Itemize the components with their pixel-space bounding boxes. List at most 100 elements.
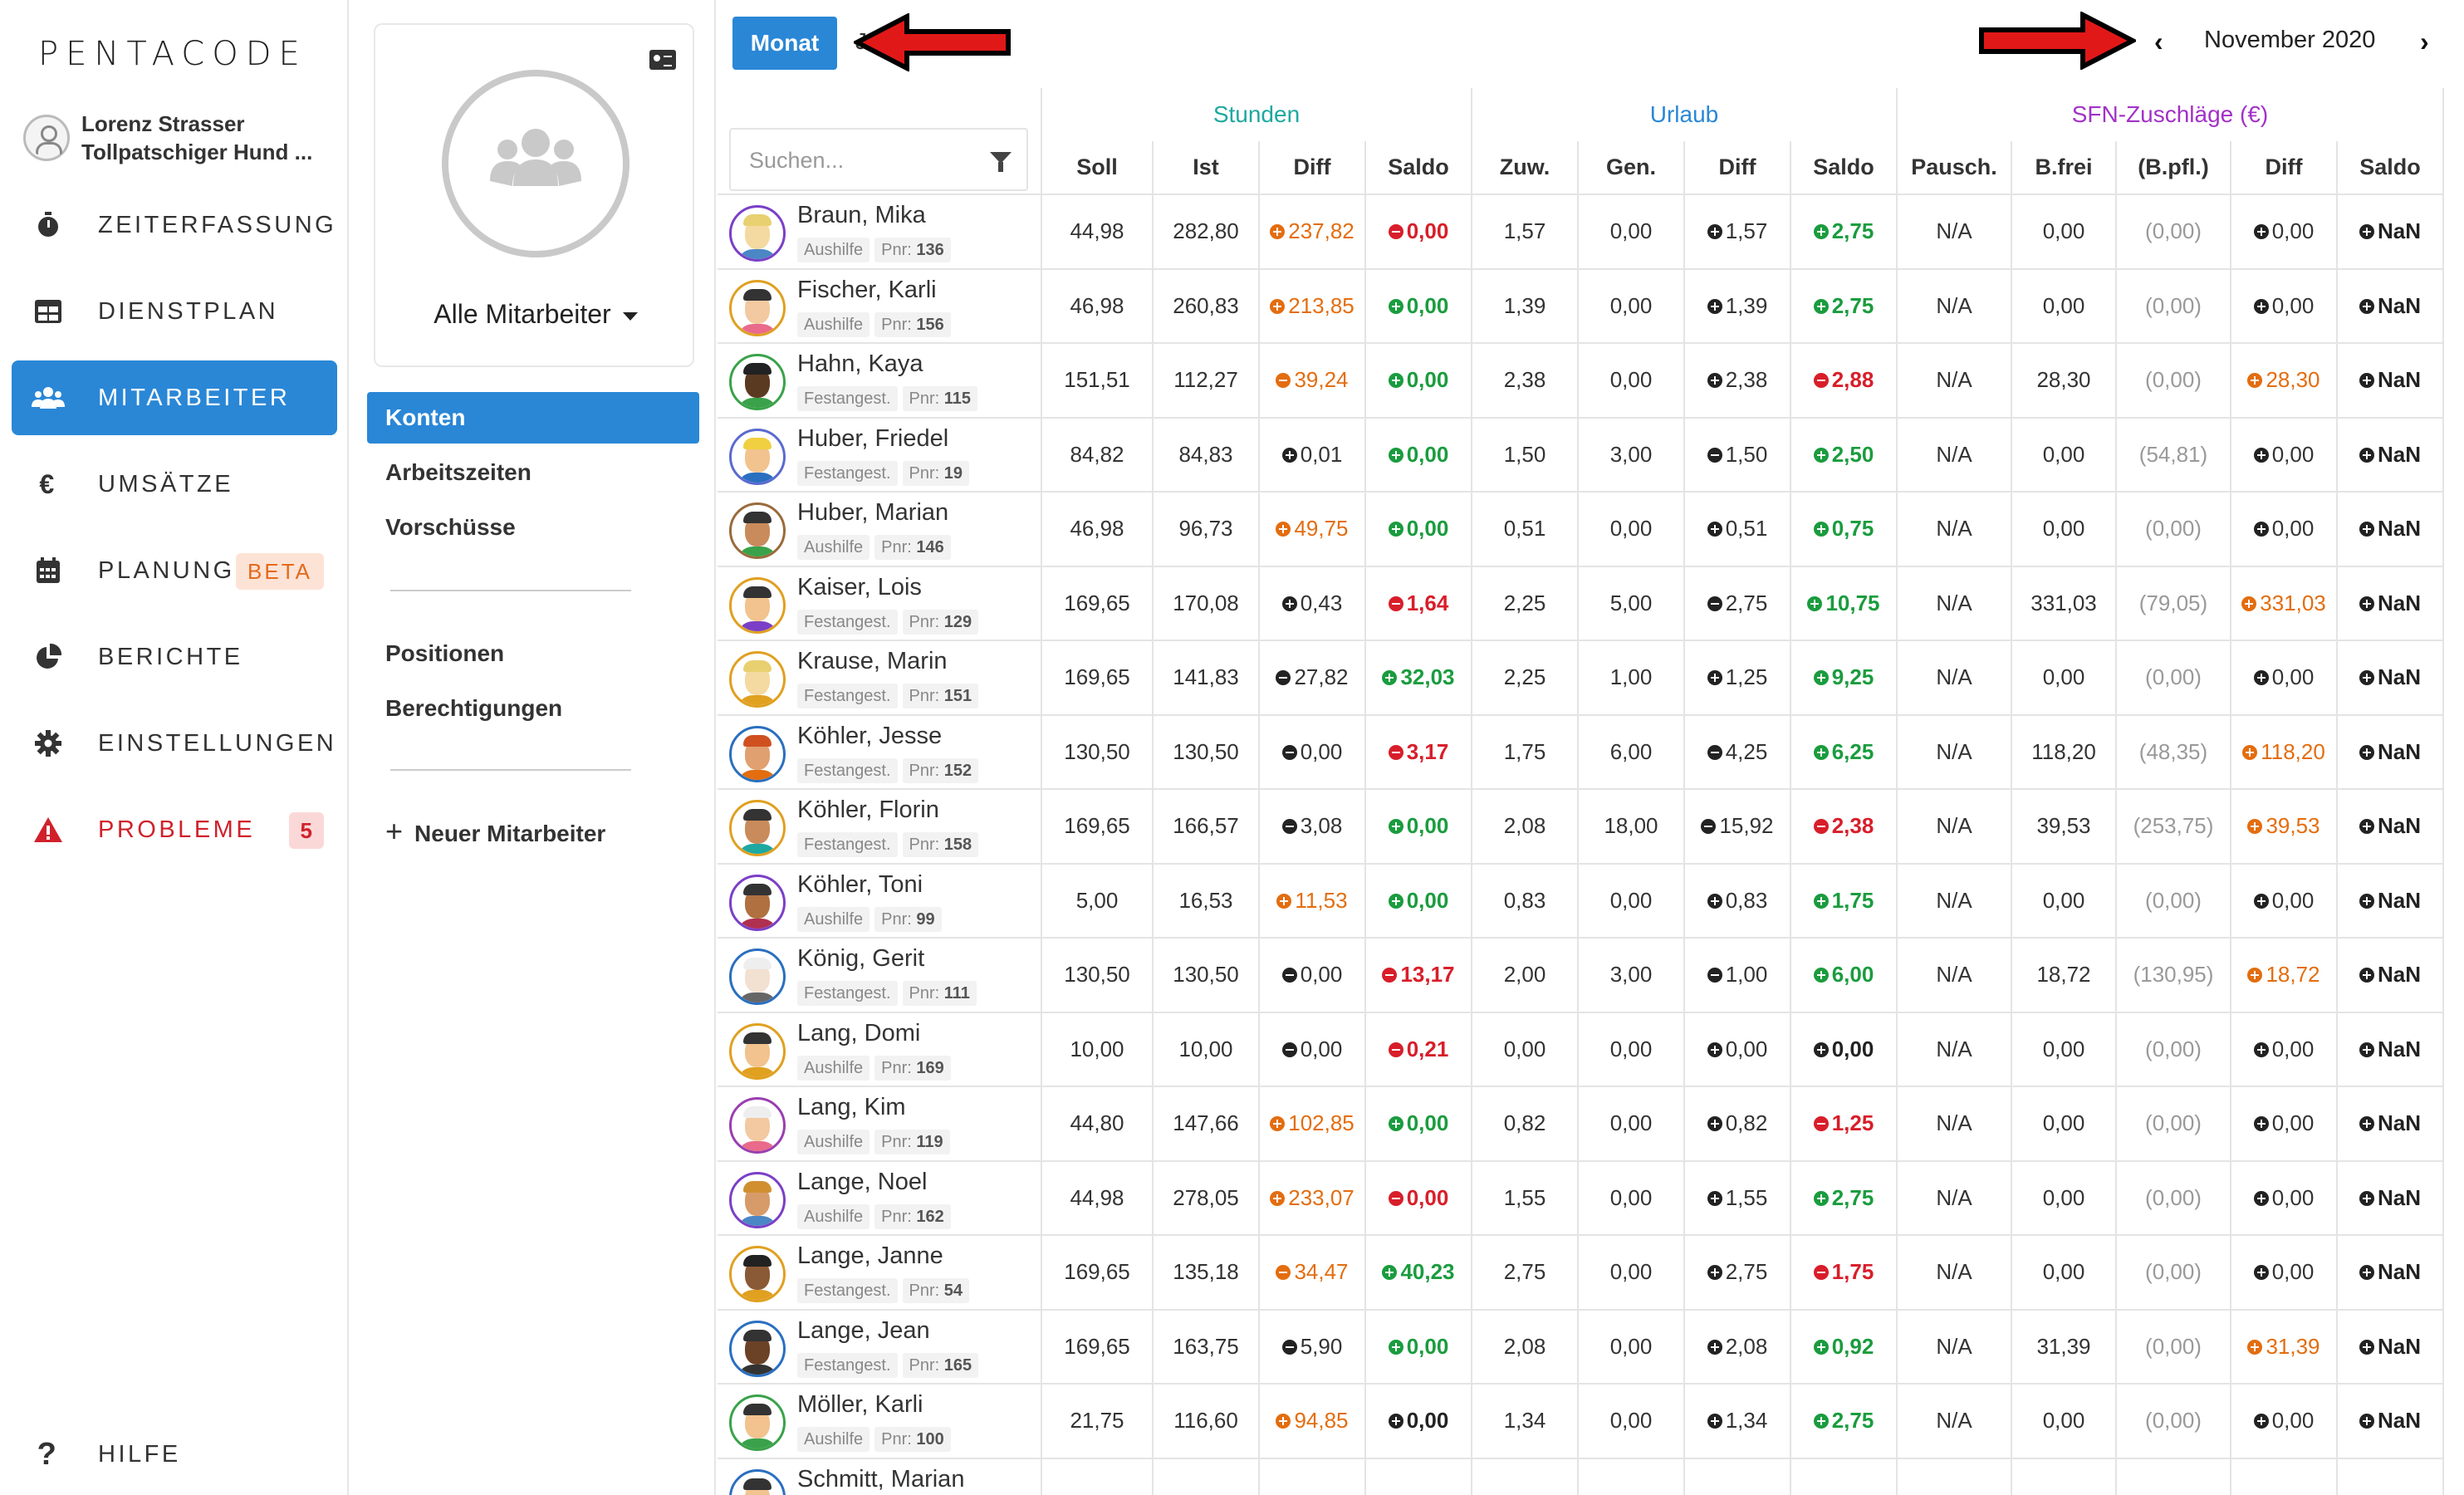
id-card-icon[interactable] [649,50,676,70]
nav-zeiterfassung-label: ZEITERFASSUNG [98,211,337,238]
cell-value: 0,00 [1609,887,1653,913]
nav-dienstplan[interactable]: DIENSTPLAN [12,274,337,349]
employee-select[interactable]: Alle Mitarbeiter [375,299,696,330]
cell-value: (130,95) [2133,962,2214,988]
table-cell: 18,00 [1578,789,1685,865]
submenu-konten[interactable]: Konten [367,392,699,444]
submenu-vorschuesse[interactable]: Vorschüsse [367,502,699,553]
employee-cell[interactable]: Lang, Domi Aushilfe Pnr: 169 [718,1012,1042,1087]
employee-cell[interactable]: Lange, Janne Festangest. Pnr: 54 [718,1235,1042,1311]
new-employee-button[interactable]: + Neuer Mitarbeiter [385,814,605,849]
employee-cell[interactable]: Möller, Karli Aushilfe Pnr: 100 [718,1384,1042,1459]
employee-cell[interactable]: Kaiser, Lois Festangest. Pnr: 129 [718,566,1042,641]
cell-value: 27,82 [1294,664,1349,690]
plus-circle-icon [2242,744,2258,760]
table-row[interactable]: Huber, Friedel Festangest. Pnr: 19 84,82 84,… [718,417,2444,493]
minus-circle-icon [1276,670,1291,686]
table-cell: 0,00 [2011,640,2117,716]
cell-value: N/A [1936,962,1972,988]
submenu-positionen[interactable]: Positionen [367,628,699,679]
employee-cell[interactable]: Schmitt, Marian [718,1458,1042,1495]
column-header[interactable]: (B.pfl.) [2116,141,2231,195]
column-header[interactable]: Zuw. [1472,141,1579,195]
employee-cell[interactable]: Huber, Friedel Festangest. Pnr: 19 [718,417,1042,493]
nav-berichte-label: BERICHTE [98,643,243,670]
table-row[interactable]: Schmitt, Marian [718,1458,2444,1495]
table-row[interactable]: Krause, Marin Festangest. Pnr: 151 169,65 14… [718,640,2444,716]
pnr-value: 136 [916,241,944,259]
table-row[interactable]: Lang, Kim Aushilfe Pnr: 119 44,80 147,66 102,… [718,1086,2444,1162]
nav-umsaetze[interactable]: € UMSÄTZE [12,447,337,522]
employee-cell[interactable]: König, Gerit Festangest. Pnr: 111 [718,938,1042,1013]
employee-cell[interactable]: Krause, Marin Festangest. Pnr: 151 [718,640,1042,716]
question-icon: ? [37,1436,60,1472]
cell-value: NaN [2377,292,2421,318]
table-row[interactable]: Huber, Marian Aushilfe Pnr: 146 46,98 96,73 4… [718,492,2444,567]
table-row[interactable]: Kaiser, Lois Festangest. Pnr: 129 169,65 170… [718,566,2444,641]
employee-cell[interactable]: Köhler, Florin Festangest. Pnr: 158 [718,789,1042,865]
pnr-value: 119 [916,1133,943,1151]
column-header[interactable]: B.frei [2011,141,2117,195]
column-header[interactable]: Diff [1684,141,1791,195]
cell-value: 1,34 [1725,1408,1768,1434]
employee-cell[interactable]: Huber, Marian Aushilfe Pnr: 146 [718,492,1042,567]
employee-cell[interactable]: Lange, Jean Festangest. Pnr: 165 [718,1309,1042,1385]
prev-month-icon[interactable]: ‹ [2154,27,2163,57]
nav-zeiterfassung[interactable]: ZEITERFASSUNG [12,188,337,262]
nav-hilfe[interactable]: ? HILFE [12,1417,337,1492]
filter-icon[interactable] [990,152,1012,172]
table-row[interactable]: Köhler, Toni Aushilfe Pnr: 99 5,00 16,53 11,5… [718,863,2444,939]
next-month-icon[interactable]: › [2420,27,2429,57]
column-header[interactable]: Diff [1259,141,1366,195]
employee-name: Lang, Kim [797,1094,906,1120]
employee-cell[interactable]: Köhler, Jesse Festangest. Pnr: 152 [718,714,1042,790]
table-cell: 102,85 [1259,1086,1366,1162]
nav-mitarbeiter[interactable]: MITARBEITER [12,360,337,435]
table-row[interactable]: Braun, Mika Aushilfe Pnr: 136 44,98 282,80 23… [718,194,2444,270]
column-header[interactable]: Saldo [1365,141,1472,195]
table-row[interactable]: Lange, Noel Aushilfe Pnr: 162 44,98 278,05 23… [718,1160,2444,1236]
column-header[interactable]: Saldo [1790,141,1898,195]
search-input[interactable]: Suchen... [729,128,1028,191]
app-root: PENTACODE Lorenz Strasser Tollpatschiger… [0,0,2464,1495]
nav-probleme[interactable]: PROBLEME 5 [12,792,337,867]
submenu-arbeitszeiten[interactable]: Arbeitszeiten [367,447,699,498]
table-row[interactable]: König, Gerit Festangest. Pnr: 111 130,50 130… [718,938,2444,1013]
cell-value: 2,38 [1725,367,1768,393]
table-row[interactable]: Lange, Janne Festangest. Pnr: 54 169,65 135,… [718,1235,2444,1311]
table-row[interactable]: Köhler, Florin Festangest. Pnr: 158 169,65 1… [718,789,2444,865]
employee-panel: Alle Mitarbeiter Konten Arbeitszeiten Vo… [350,0,716,1495]
nav-planung[interactable]: PLANUNG BETA [12,533,337,608]
cell-value: 39,53 [2266,813,2320,839]
table-cell: (0,00) [2116,1309,2231,1385]
table-cell: 1,39 [1684,268,1791,344]
table-row[interactable]: Lange, Jean Festangest. Pnr: 165 169,65 163,… [718,1309,2444,1385]
column-header[interactable]: Saldo [2337,141,2444,195]
plus-circle-icon [1707,893,1722,909]
column-header[interactable]: Pausch. [1897,141,2012,195]
table-row[interactable]: Hahn, Kaya Festangest. Pnr: 115 151,51 112,2… [718,343,2444,419]
employee-cell[interactable]: Hahn, Kaya Festangest. Pnr: 115 [718,343,1042,419]
column-header[interactable]: Ist [1153,141,1260,195]
employee-cell[interactable]: Braun, Mika Aushilfe Pnr: 136 [718,194,1042,270]
nav-einstellungen[interactable]: EINSTELLUNGEN [12,706,337,781]
submenu-berechtigungen[interactable]: Berechtigungen [367,683,699,734]
employee-tags: Festangest. Pnr: 165 [797,1350,983,1378]
nav-mitarbeiter-label: MITARBEITER [98,384,291,411]
table-row[interactable]: Lang, Domi Aushilfe Pnr: 169 10,00 10,00 0,00… [718,1012,2444,1087]
pnr-value: 169 [916,1058,944,1077]
employee-cell[interactable]: Lange, Noel Aushilfe Pnr: 162 [718,1160,1042,1236]
table-row[interactable]: Möller, Karli Aushilfe Pnr: 100 21,75 116,60… [718,1384,2444,1459]
employee-cell[interactable]: Fischer, Karli Aushilfe Pnr: 156 [718,268,1042,344]
nav-berichte[interactable]: BERICHTE [12,620,337,694]
month-view-button[interactable]: Monat [732,17,837,70]
table-row[interactable]: Köhler, Jesse Festangest. Pnr: 152 130,50 13… [718,714,2444,790]
employee-cell[interactable]: Lang, Kim Aushilfe Pnr: 119 [718,1086,1042,1162]
column-header[interactable]: Soll [1041,141,1154,195]
column-header[interactable]: Diff [2231,141,2338,195]
employee-cell[interactable]: Köhler, Toni Aushilfe Pnr: 99 [718,863,1042,939]
column-header[interactable]: Gen. [1578,141,1685,195]
user-profile[interactable]: Lorenz Strasser Tollpatschiger Hund ... [23,108,339,166]
minus-circle-icon [1276,373,1291,389]
table-row[interactable]: Fischer, Karli Aushilfe Pnr: 156 46,98 260,8… [718,268,2444,344]
